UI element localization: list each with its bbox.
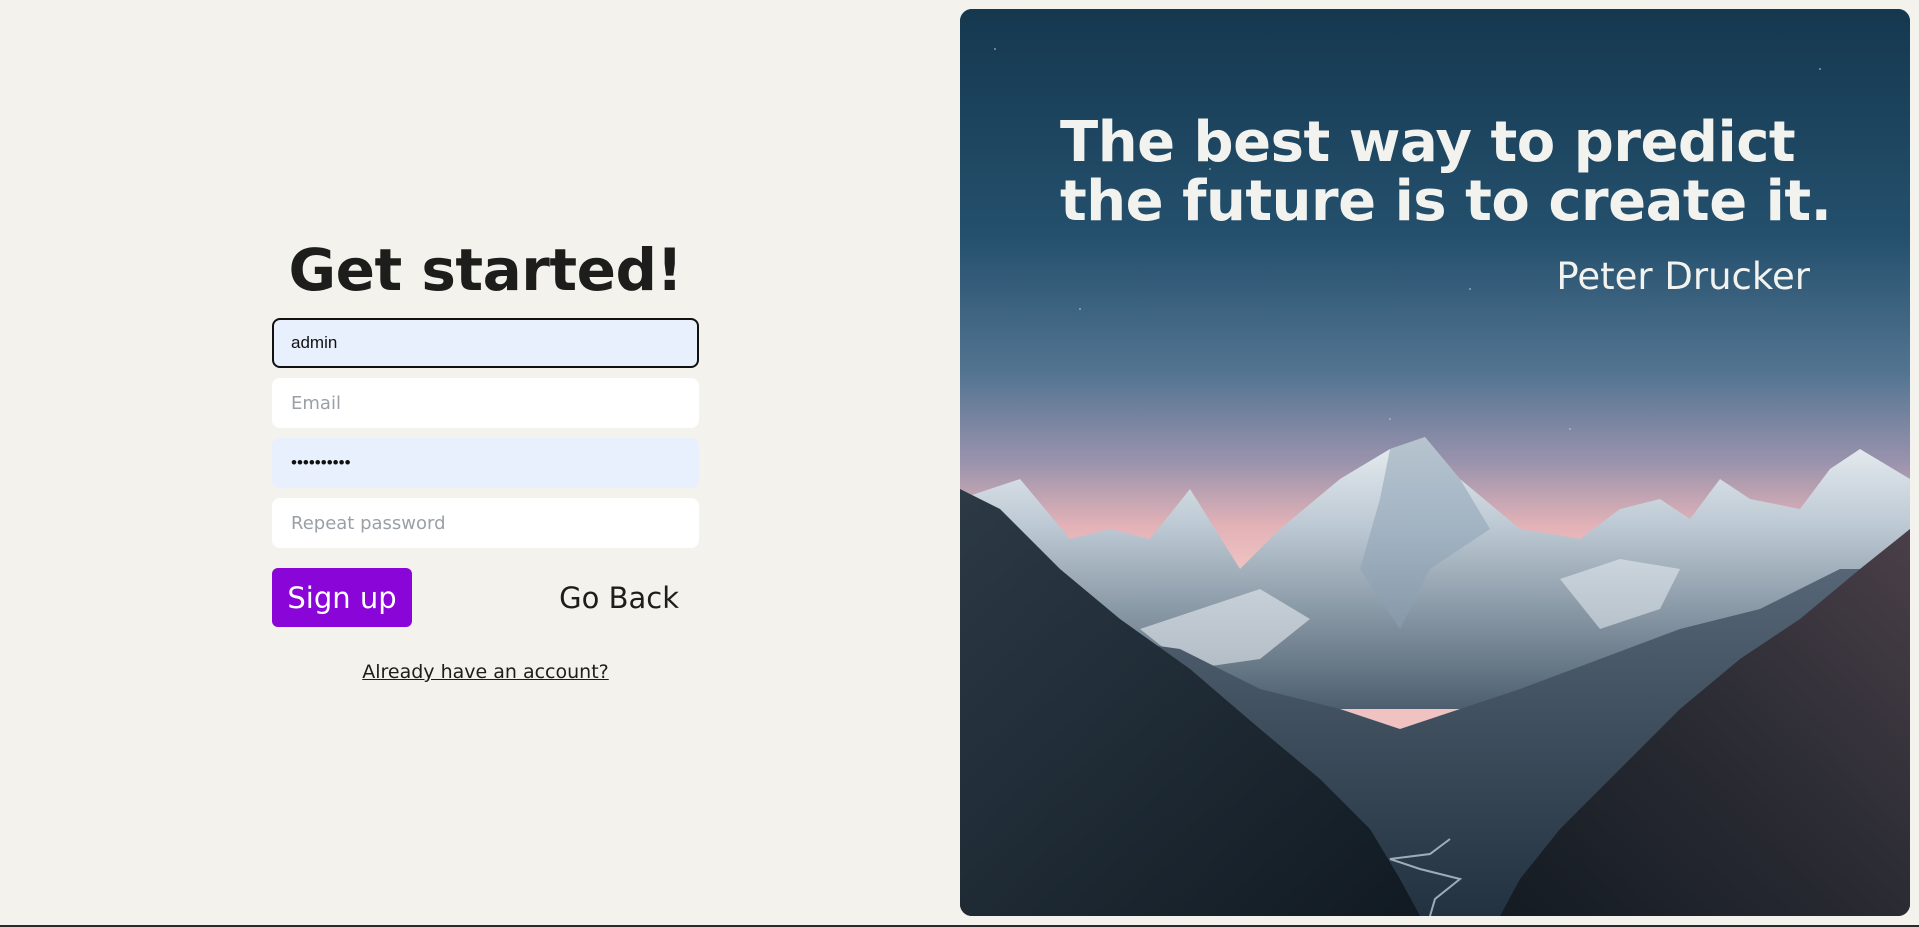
login-link[interactable]: Already have an account? xyxy=(362,661,609,683)
go-back-button[interactable]: Go Back xyxy=(559,568,679,627)
username-field[interactable] xyxy=(272,318,699,368)
quote-panel: The best way to predict the future is to… xyxy=(960,9,1910,916)
quote-author: Peter Drucker xyxy=(1556,255,1810,298)
login-link-container: Already have an account? xyxy=(272,661,699,683)
form-actions: Sign up Go Back xyxy=(272,568,699,627)
quote-text: The best way to predict the future is to… xyxy=(1060,110,1832,234)
password-field[interactable] xyxy=(272,438,699,488)
email-field[interactable] xyxy=(272,378,699,428)
page-title: Get started! xyxy=(288,236,683,304)
signup-form: Get started! Sign up Go Back Already hav… xyxy=(272,234,699,683)
repeat-password-field[interactable] xyxy=(272,498,699,548)
signup-button[interactable]: Sign up xyxy=(272,568,412,627)
signup-pane: Get started! Sign up Go Back Already hav… xyxy=(0,0,960,927)
